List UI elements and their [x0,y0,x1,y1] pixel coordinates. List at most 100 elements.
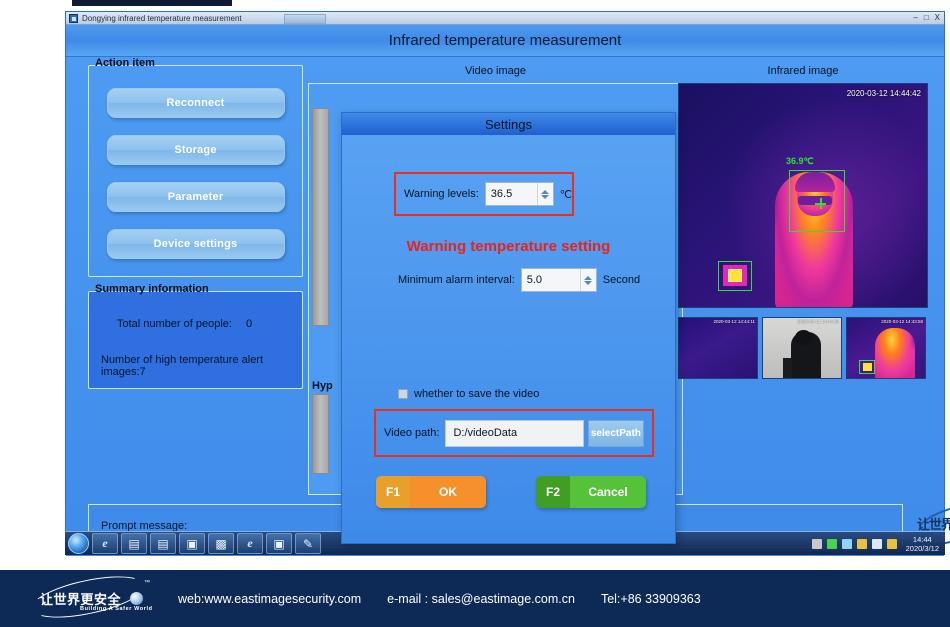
warning-levels-highlight-box: Warning levels: 36.5 ℃ [394,172,574,216]
paint-icon[interactable]: ✎ [295,533,321,554]
window-controls: – □ X [913,13,940,23]
minimum-alarm-interval-row: Minimum alarm interval: 5.0 Second [398,268,640,292]
minimum-alarm-interval-value: 5.0 [526,274,543,286]
logo-trademark-text: ™ [144,580,150,586]
banner-telephone: Tel:+86 33909363 [600,591,701,606]
summary-information-group-title: Summary information [95,283,209,295]
logo-globe-icon [130,592,143,605]
warning-levels-label: Warning levels: [404,188,479,200]
app-icon [69,13,78,23]
video-path-input[interactable]: D:/videoData [445,419,584,447]
desktop-background: Dongying infrared temperature measuremen… [0,0,950,570]
close-icon[interactable]: X [935,13,940,23]
application-window: Dongying infrared temperature measuremen… [65,11,950,556]
window-titlebar: Dongying infrared temperature measuremen… [66,12,944,25]
thumbnail-thermal-person [875,328,915,378]
tray-network-icon[interactable] [841,538,852,549]
settings-dialog-title: Settings [342,113,675,135]
company-logo: 让世界更安全 Building A Safer World ™ [24,568,164,626]
tray-warning-icon[interactable] [856,538,867,549]
notepad-icon[interactable]: ▤ [121,533,147,554]
ok-button[interactable]: F1 OK [376,476,486,508]
action-item-group: Action item Reconnect Storage Parameter … [88,57,303,277]
infrared-image-label: Infrared image [767,65,839,77]
clock-date: 2020/3/12 [905,543,939,553]
taskbar-clock[interactable]: 14:44 2020/3/12 [906,535,939,553]
chevron-up-icon[interactable] [584,275,593,280]
infrared-timestamp: 2020-03-12 14:44:42 [846,89,921,98]
company-banner: 让世界更安全 Building A Safer World ™ web:www.… [0,568,950,627]
ok-button-label: OK [410,476,486,508]
left-panel: Action item Reconnect Storage Parameter … [88,57,303,403]
app-icon[interactable]: ▣ [266,533,292,554]
thumbnail-timestamp: 2020-03-12 14:44:11 [713,319,755,324]
maximize-icon[interactable]: □ [924,13,929,23]
window-title-text: Dongying infrared temperature measuremen… [82,13,242,23]
settings-dialog: Settings Warning levels: 36.5 ℃ Warning … [341,112,676,544]
thumbnail-tripod-shape [783,358,792,378]
minimize-icon[interactable]: – [913,13,917,23]
save-video-checkbox[interactable] [398,389,408,399]
chevron-down-icon[interactable] [584,280,593,285]
total-people-row: Total number of people: 0 [117,318,292,330]
app-header: Infrared temperature measurement [66,25,944,57]
save-video-label: whether to save the video [414,388,540,400]
tray-action-center-icon[interactable] [886,538,897,549]
cancel-button-label: Cancel [570,476,646,508]
thumbnail-strip: 2020-03-12 14:44:11 2020-03-12 14:44:34 … [678,317,928,379]
video-scrollbar-lower[interactable] [312,394,329,474]
video-image-label: Video image [465,65,526,77]
folder-icon[interactable]: ▤ [150,533,176,554]
minimum-alarm-interval-label: Minimum alarm interval: [398,274,515,286]
parameter-button[interactable]: Parameter [106,182,285,212]
action-item-group-title: Action item [95,57,155,69]
start-button-icon[interactable] [68,533,89,554]
minimum-alarm-interval-stepper[interactable]: 5.0 [520,268,597,292]
select-path-button[interactable]: selectPath [587,419,644,447]
tray-monitor-icon[interactable] [826,538,837,549]
ie-icon[interactable]: e [237,533,263,554]
measurement-crosshair-icon [815,198,826,209]
video-path-highlight-box: Video path: D:/videoData selectPath [374,409,654,457]
chevron-up-icon[interactable] [541,189,550,194]
thumbnail-timestamp: 2020-03-12 14:44:34 [797,319,839,324]
total-people-label: Total number of people: [117,318,232,330]
cancel-button[interactable]: F2 Cancel [536,476,646,508]
page-title: Infrared temperature measurement [388,32,622,49]
window-secondary-tab[interactable] [284,14,326,24]
thumbnail-item[interactable]: 2020-03-12 14:44:11 [678,317,758,379]
video-scrollbar-upper[interactable] [312,108,329,326]
video-path-label: Video path: [384,427,440,439]
media-icon[interactable]: ▣ [179,533,205,554]
action-item-group-box: Reconnect Storage Parameter Device setti… [88,65,303,277]
thumbnail-timestamp: 2020-03-12 14:43:58 [881,319,923,324]
cancel-shortcut-key: F2 [536,476,570,508]
interval-spin-buttons[interactable] [579,269,596,291]
thumbnail-blackbody-hot [863,363,872,371]
warning-levels-value: 36.5 [490,188,513,200]
warning-levels-spin-buttons[interactable] [536,183,553,205]
app-body: Action item Reconnect Storage Parameter … [66,57,950,556]
warning-levels-stepper[interactable]: 36.5 [484,182,554,206]
infrared-image-view[interactable]: 2020-03-12 14:44:42 36.9℃ [678,83,928,308]
save-video-row[interactable]: whether to save the video [398,388,539,400]
right-panel: Infrared image 2020-03-12 14:44:42 36.9℃ [678,65,928,379]
chevron-down-icon[interactable] [541,194,550,199]
device-settings-button[interactable]: Device settings [106,229,285,259]
thumbnail-item[interactable]: 2020-03-12 14:44:34 [762,317,842,379]
network-icon[interactable]: ▩ [208,533,234,554]
warning-temperature-headline: Warning temperature setting [406,238,611,255]
reconnect-button[interactable]: Reconnect [106,88,285,118]
thumbnail-item[interactable]: 2020-03-12 14:43:58 [846,317,926,379]
detected-temperature-label: 36.9℃ [786,156,814,166]
summary-information-group: Summary information Total number of peop… [88,283,303,389]
logo-english-text: Building A Safer World [80,606,153,612]
tray-volume-icon[interactable] [871,538,882,549]
top-strip-dark-tab [72,0,232,6]
banner-contact-info: web:www.eastimagesecurity.com e-mail : s… [178,592,701,606]
banner-website: web:www.eastimagesecurity.com [178,591,362,606]
ie-icon[interactable]: e [92,533,118,554]
tray-show-desktop-icon[interactable] [811,538,822,549]
hyp-label: Hyp [312,380,333,392]
storage-button[interactable]: Storage [106,135,285,165]
